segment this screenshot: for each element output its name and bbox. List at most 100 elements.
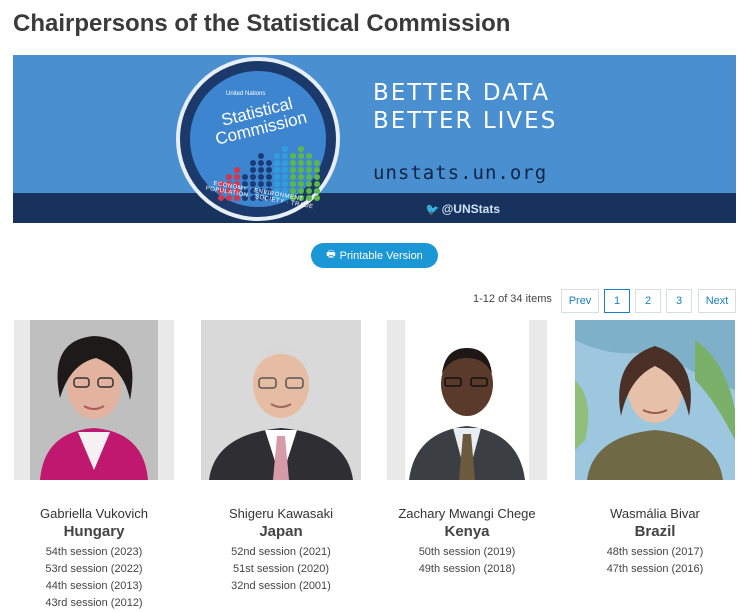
- chart-dot: [250, 181, 256, 187]
- chart-dot: [306, 181, 312, 187]
- chart-dot: [298, 181, 304, 187]
- chart-dot: [282, 153, 288, 159]
- chart-dot: [298, 153, 304, 159]
- chart-dot: [314, 188, 320, 194]
- page-1-button[interactable]: 1: [604, 289, 630, 313]
- chart-dot: [258, 153, 264, 159]
- chart-dot: [314, 174, 320, 180]
- chart-dot: [282, 181, 288, 187]
- chart-dot: [274, 167, 280, 173]
- session-entry: 53rd session (2022): [45, 563, 143, 575]
- session-entry: 43rd session (2012): [45, 597, 143, 609]
- chairperson-country: Brazil: [634, 523, 676, 540]
- chart-dot: [266, 181, 272, 187]
- chart-dot: [306, 174, 312, 180]
- chart-dot: [306, 160, 312, 166]
- session-entry: 47th session (2016): [606, 563, 704, 575]
- chart-dot: [290, 153, 296, 159]
- chart-dot: [290, 181, 296, 187]
- portrait-photo: [405, 320, 529, 480]
- chart-dot: [250, 174, 256, 180]
- seal-title: Statistical Commission: [213, 93, 309, 149]
- statistical-commission-banner: United Nations Statistical Commission EC…: [13, 55, 736, 223]
- chairperson-country: Kenya: [444, 523, 490, 540]
- chart-dot: [266, 160, 272, 166]
- chart-dot: [218, 195, 224, 201]
- chairperson-name: Wasmália Bivar: [610, 506, 700, 521]
- chart-dot: [282, 174, 288, 180]
- chart-dot: [298, 188, 304, 194]
- chart-dot: [250, 160, 256, 166]
- chart-dot: [266, 167, 272, 173]
- chart-dot: [274, 153, 280, 159]
- chart-dot: [282, 146, 288, 152]
- chairperson-name: Gabriella Vukovich: [40, 506, 148, 521]
- chart-dot: [274, 160, 280, 166]
- session-entry: 48th session (2017): [606, 546, 704, 558]
- page-2-button[interactable]: 2: [635, 289, 661, 313]
- portrait-photo: [575, 320, 735, 480]
- chart-dot: [314, 160, 320, 166]
- chart-dot: [258, 174, 264, 180]
- chairperson-sessions: 48th session (2017) 47th session (2016): [565, 544, 745, 578]
- chart-dot: [274, 181, 280, 187]
- chart-dot: [282, 160, 288, 166]
- session-entry: 44th session (2013): [45, 580, 143, 592]
- chart-dot: [298, 167, 304, 173]
- chart-dot: [290, 167, 296, 173]
- session-entry: 32nd session (2001): [231, 580, 331, 592]
- chart-dot: [298, 146, 304, 152]
- chairperson-country: Japan: [259, 523, 303, 540]
- chart-dot: [298, 160, 304, 166]
- chart-dot: [258, 181, 264, 187]
- chart-dot: [306, 153, 312, 159]
- statistical-commission-seal: United Nations Statistical Commission EC…: [176, 57, 340, 221]
- printable-version-label: Printable Version: [339, 249, 423, 262]
- items-count: 1-12 of 34 items: [473, 293, 552, 305]
- chart-dot: [266, 174, 272, 180]
- chart-dot: [258, 160, 264, 166]
- session-entry: 54th session (2023): [45, 546, 143, 558]
- session-entry: 52nd session (2021): [231, 546, 331, 558]
- chairperson-sessions: 54th session (2023) 53rd session (2022) …: [4, 544, 184, 612]
- printable-version-button[interactable]: 🖶 Printable Version: [311, 243, 438, 268]
- session-entry: 49th session (2018): [418, 563, 516, 575]
- chart-dot: [258, 167, 264, 173]
- twitter-handle: 🐦 @UNStats: [426, 202, 500, 216]
- chart-dot: [226, 174, 232, 180]
- session-entry: 51st session (2020): [233, 563, 329, 575]
- next-page-button[interactable]: Next: [698, 289, 736, 313]
- chart-dot: [314, 181, 320, 187]
- chart-dot: [234, 174, 240, 180]
- chairperson-name: Shigeru Kawasaki: [228, 506, 334, 521]
- chart-dot: [282, 167, 288, 173]
- portrait-photo: [201, 320, 361, 480]
- page-3-button[interactable]: 3: [666, 289, 692, 313]
- chart-dot: [250, 167, 256, 173]
- chart-dot: [242, 174, 248, 180]
- un-label: United Nations: [226, 91, 266, 97]
- chart-dot: [306, 167, 312, 173]
- slogan-line-1: BETTER DATA: [373, 80, 551, 106]
- twitter-handle-text: @UNStats: [441, 202, 500, 216]
- slogan-line-2: BETTER LIVES: [373, 108, 558, 134]
- prev-page-button[interactable]: Prev: [561, 289, 599, 313]
- chart-dot: [314, 167, 320, 173]
- chart-dot: [306, 188, 312, 194]
- chairperson-name: Zachary Mwangi Chege: [398, 506, 536, 521]
- chart-dot: [298, 174, 304, 180]
- portrait-photo: [30, 320, 158, 480]
- twitter-bird-icon: 🐦: [425, 204, 440, 216]
- chairperson-sessions: 52nd session (2021) 51st session (2020) …: [191, 544, 371, 595]
- chairperson-sessions: 50th session (2019) 49th session (2018): [377, 544, 557, 578]
- banner-slogan: BETTER DATA BETTER LIVES: [373, 79, 557, 135]
- chart-dot: [290, 160, 296, 166]
- chart-dot: [274, 174, 280, 180]
- chart-dot: [290, 188, 296, 194]
- banner-footer-strip: [13, 193, 736, 223]
- session-entry: 50th session (2019): [418, 546, 516, 558]
- chart-dot: [290, 174, 296, 180]
- chairperson-country: Hungary: [63, 523, 125, 540]
- banner-url: unstats.un.org: [373, 162, 548, 184]
- printer-icon: 🖶: [326, 249, 336, 260]
